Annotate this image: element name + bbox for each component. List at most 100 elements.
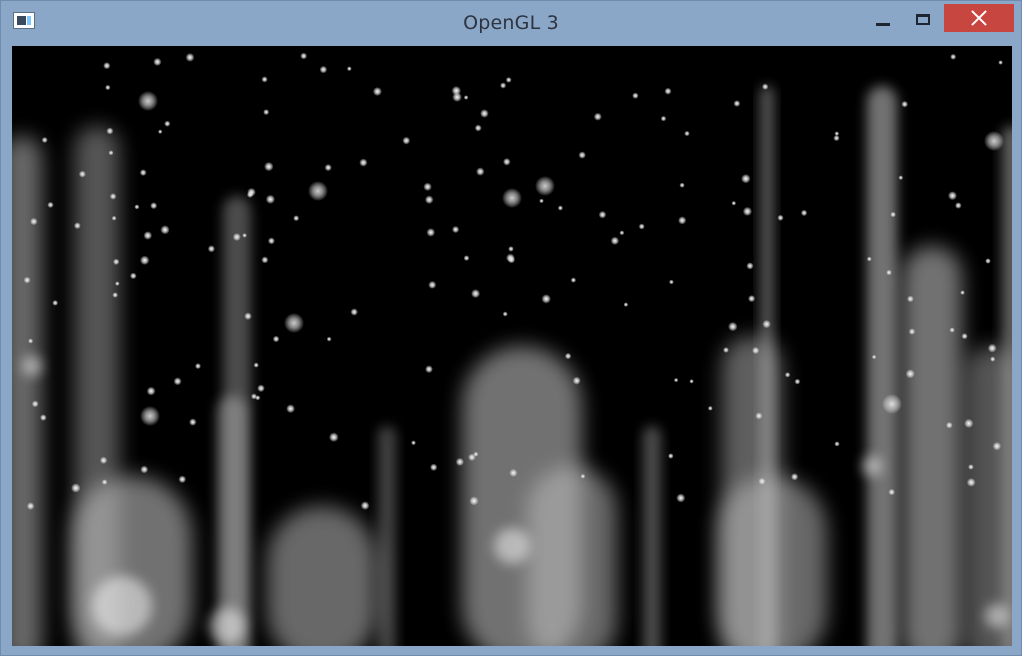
particle	[508, 246, 514, 252]
particle	[890, 211, 896, 218]
particle	[886, 269, 892, 276]
particle	[728, 321, 738, 332]
particle	[689, 379, 694, 384]
particle	[265, 194, 275, 204]
particle	[762, 319, 771, 329]
particle	[452, 225, 460, 234]
particle	[623, 302, 629, 307]
particle	[748, 295, 756, 303]
particle	[474, 124, 482, 132]
particle	[800, 209, 808, 217]
particle	[463, 95, 469, 100]
particle	[742, 206, 753, 216]
particle	[324, 164, 332, 172]
particle	[140, 406, 160, 426]
particle	[267, 237, 275, 245]
particle	[998, 60, 1003, 65]
particle	[103, 62, 111, 70]
particle	[580, 474, 586, 479]
particle-scene	[12, 52, 1012, 646]
particle	[968, 464, 974, 470]
particle	[777, 214, 784, 221]
particle	[755, 412, 763, 420]
particle	[411, 440, 416, 446]
particle	[598, 210, 607, 219]
particle	[557, 205, 564, 211]
particle	[673, 377, 679, 383]
particle	[40, 414, 47, 421]
smoke-plume	[267, 506, 377, 646]
opengl-canvas[interactable]	[12, 46, 1012, 646]
particle	[676, 493, 686, 503]
minimize-button[interactable]	[866, 5, 900, 33]
particle	[632, 92, 639, 99]
particle	[30, 217, 38, 226]
particle	[992, 442, 1002, 451]
particle	[28, 338, 34, 344]
maximize-icon	[916, 13, 930, 25]
particle	[668, 453, 674, 459]
glow	[209, 608, 245, 644]
glow	[985, 604, 1009, 628]
particle	[950, 53, 957, 60]
particle	[140, 255, 150, 265]
particle	[638, 223, 645, 230]
particle	[153, 57, 162, 66]
particle	[178, 475, 187, 484]
particle	[31, 400, 39, 408]
particle	[257, 384, 265, 393]
particle	[112, 292, 118, 298]
smoke-plume	[643, 426, 661, 646]
particle	[882, 394, 902, 414]
particle	[99, 456, 108, 464]
particle	[731, 200, 737, 206]
particle	[47, 201, 54, 208]
particle	[185, 53, 195, 62]
close-icon	[971, 10, 987, 26]
particle	[500, 82, 507, 89]
particle	[284, 313, 304, 333]
glow	[22, 356, 42, 376]
particle	[964, 418, 974, 428]
smoke-plume	[12, 136, 42, 646]
particle	[113, 258, 120, 265]
particle	[741, 174, 751, 184]
particle	[246, 191, 254, 198]
particle	[619, 230, 625, 236]
particle	[329, 432, 339, 443]
particle	[833, 135, 840, 142]
maximize-button[interactable]	[906, 5, 940, 33]
particle	[189, 418, 197, 426]
particle	[762, 83, 769, 90]
particle	[23, 276, 31, 284]
particle	[109, 193, 117, 200]
particle	[451, 86, 461, 96]
particle	[425, 365, 433, 374]
particle	[253, 362, 259, 368]
particle	[578, 151, 586, 159]
particle	[326, 336, 332, 342]
particle	[966, 478, 976, 487]
particle	[610, 236, 620, 245]
particle	[949, 327, 955, 333]
particle	[746, 262, 754, 270]
particle	[678, 216, 687, 225]
glow	[862, 456, 882, 476]
close-button[interactable]	[944, 4, 1014, 32]
particle	[723, 347, 729, 353]
smoke-plume	[902, 246, 962, 646]
particle	[535, 176, 555, 196]
particle	[503, 158, 511, 166]
particle	[108, 150, 114, 156]
particle	[134, 204, 140, 210]
title-bar[interactable]: OpenGL 3	[1, 1, 1021, 45]
particle	[898, 175, 904, 180]
particle	[905, 369, 915, 379]
particle	[984, 131, 1004, 151]
particle	[502, 311, 508, 317]
particle	[423, 182, 432, 191]
particle	[293, 215, 300, 222]
particle	[469, 496, 479, 506]
particle	[901, 100, 908, 108]
particle	[195, 363, 201, 370]
